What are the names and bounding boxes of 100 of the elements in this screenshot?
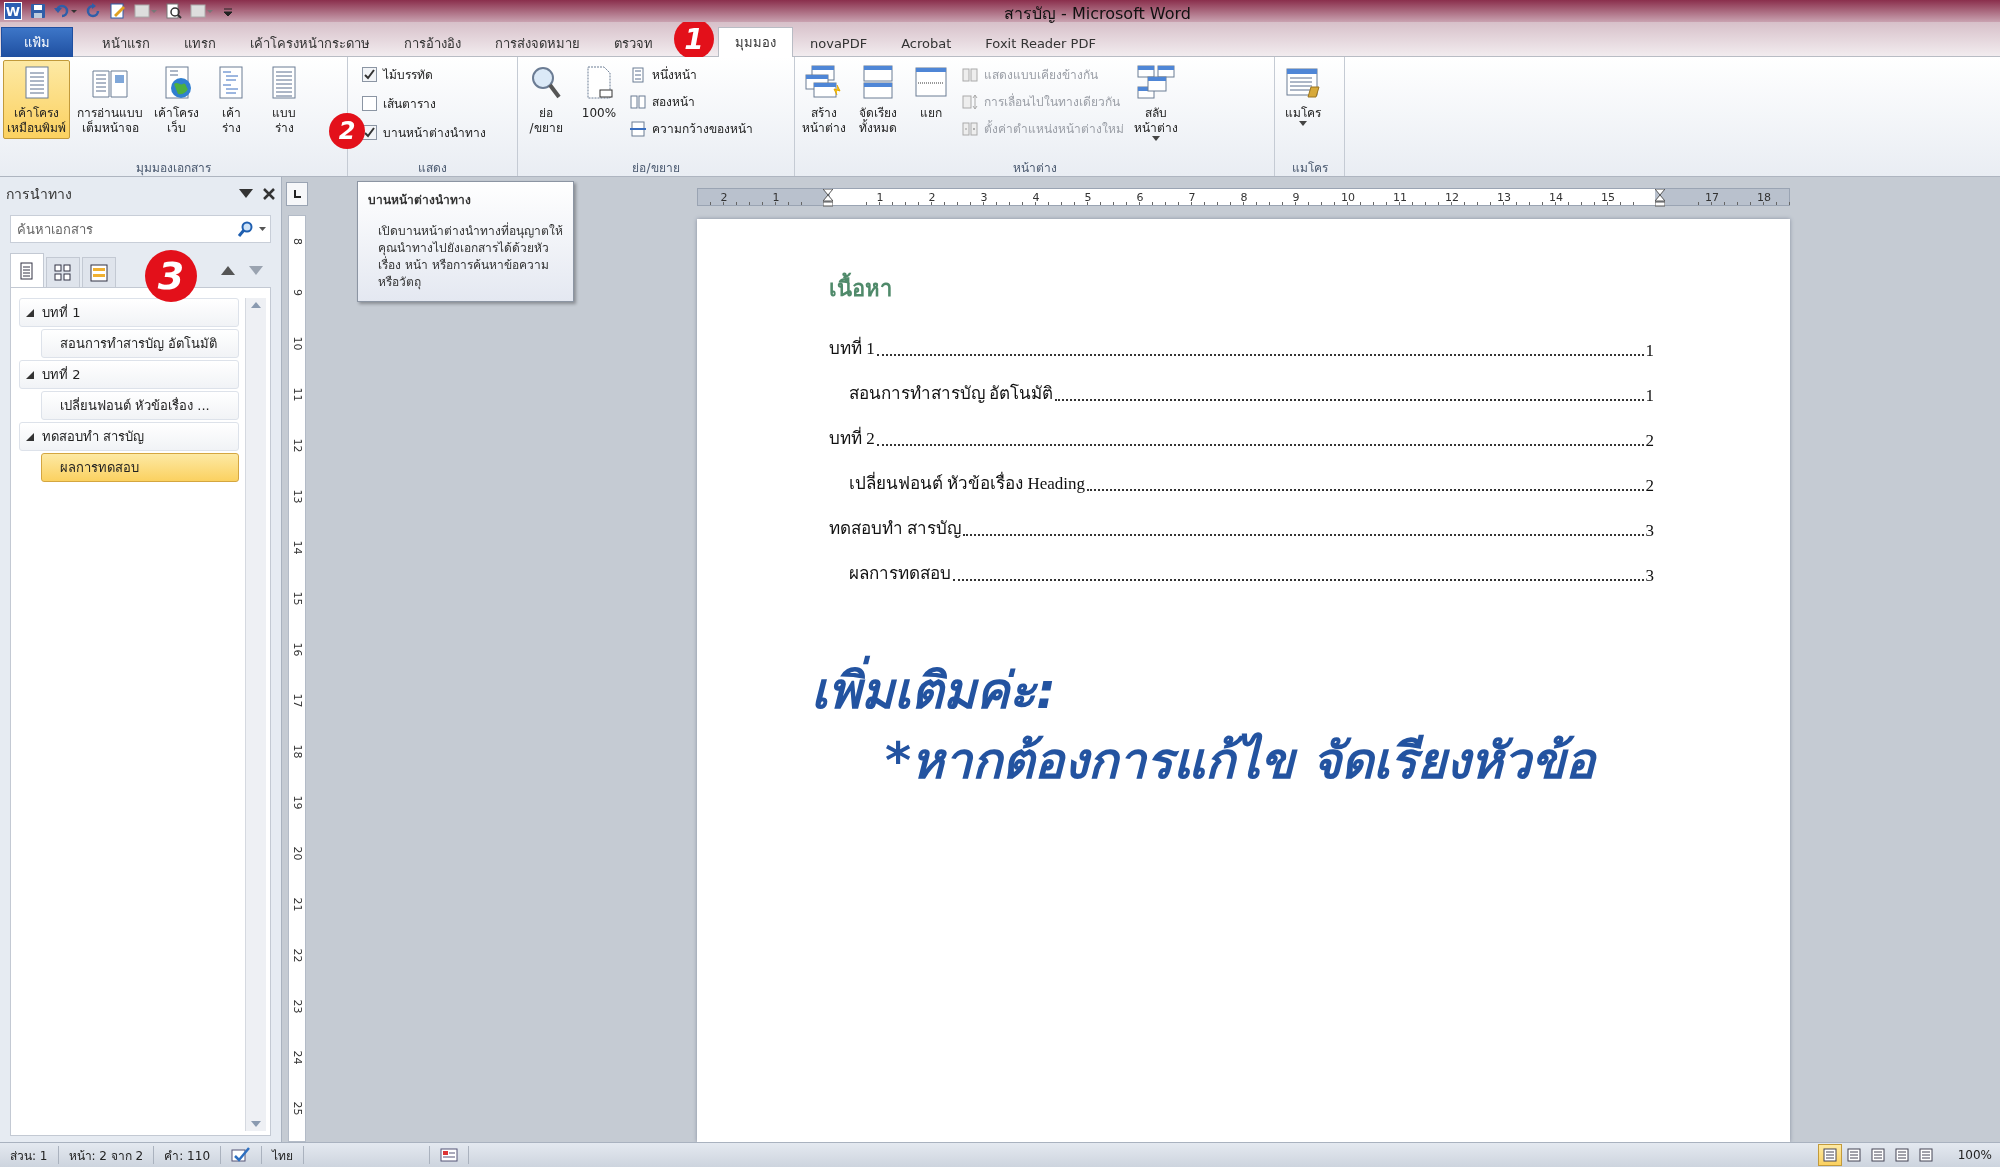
ribbon-button[interactable]: เค้าโครง เว็บ	[150, 60, 203, 139]
page-view-icon	[1846, 1148, 1861, 1162]
ribbon-button[interactable]: สองหน้า	[627, 91, 756, 112]
search-field[interactable]: ค้นหาเอกสาร	[10, 215, 271, 243]
heading-item[interactable]: ทดสอบทำ สารบัญ	[19, 422, 239, 451]
status-text: คำ: 110	[154, 1146, 222, 1164]
group-label: แมโคร	[1290, 160, 1329, 176]
ribbon-tab[interactable]: การอ้างอิง	[387, 29, 478, 57]
dropdown-caret-icon[interactable]	[239, 189, 253, 199]
dropdown-caret-icon	[1299, 121, 1307, 127]
page-number: 2	[1645, 431, 1654, 451]
heading-item[interactable]: บทที่ 1	[19, 298, 239, 327]
close-icon[interactable]	[263, 188, 275, 200]
ribbon-button[interactable]: เค้า ร่าง	[206, 60, 256, 139]
page-number: 3	[1645, 566, 1654, 586]
ruler-number: 18	[290, 744, 304, 759]
edit-document-icon[interactable]	[110, 3, 126, 19]
page-number: 3	[1645, 521, 1654, 541]
ribbon-tab[interactable]: การส่งจดหมาย	[478, 29, 597, 57]
two-pages-icon	[630, 93, 646, 110]
toc-entry[interactable]: สอนการทำสารบัญ อัตโนมัติ	[849, 379, 1054, 406]
ruler-number: 22	[290, 948, 304, 963]
up-arrow-icon[interactable]	[221, 265, 235, 275]
ribbon-button[interactable]: ย่อ /ขยาย	[521, 60, 571, 139]
zoom-level[interactable]: 100%	[1937, 1148, 2000, 1162]
ribbon-button[interactable]: จัดเรียง ทั้งหมด	[853, 60, 903, 139]
group-label: แสดง	[417, 160, 448, 176]
note-text: *หากต้องการแก้ไข จัดเรียงหัวข้อ	[885, 731, 1598, 792]
file-tab[interactable]: แฟ้ม	[1, 27, 73, 57]
undo-icon[interactable]	[54, 3, 78, 19]
ribbon-tab[interactable]: เค้าโครงหน้ากระดาษ	[233, 29, 387, 57]
ribbon-button[interactable]: สลับ หน้าต่าง	[1130, 60, 1182, 148]
ribbon-button[interactable]: แบบ ร่าง	[259, 60, 309, 139]
heading-item[interactable]: ผลการทดสอบ	[41, 453, 239, 482]
ribbon-button[interactable]: ความกว้างของหน้า	[627, 118, 756, 139]
page-view-icon	[1822, 1148, 1837, 1162]
ribbon-tab[interactable]: หน้าแรก	[85, 29, 167, 57]
ruler-number: 24	[290, 1050, 304, 1065]
results-view-icon	[90, 263, 108, 282]
heading-item[interactable]: เปลี่ยนฟอนต์ หัวข้อเรื่อง ...	[41, 391, 239, 420]
tab-selector[interactable]	[286, 182, 308, 206]
ribbon-button[interactable]: แยก	[906, 60, 956, 124]
scroll-down-icon	[251, 1121, 261, 1127]
expanded-triangle-icon	[26, 432, 34, 441]
scrollbar[interactable]	[245, 298, 266, 1131]
ribbon-button[interactable]: เค้าโครง เหมือนพิมพ์	[3, 60, 70, 139]
toc-entry[interactable]: บทที่ 1	[829, 334, 875, 361]
heading-item[interactable]: บทที่ 2	[19, 360, 239, 389]
toc-entry[interactable]: ผลการทดสอบ	[849, 559, 951, 586]
ribbon-button[interactable]: การอ่านแบบ เต็มหน้าจอ	[73, 60, 147, 139]
page-width-icon	[630, 120, 646, 137]
macro-record-icon[interactable]	[440, 1148, 459, 1162]
checkbox-option[interactable]: ไม้บรรทัด	[359, 64, 489, 85]
page-number: 1	[1645, 386, 1654, 406]
ribbon-button[interactable]: สร้าง หน้าต่าง	[798, 60, 850, 139]
heading-item[interactable]: สอนการทำสารบัญ อัตโนมัติ	[41, 329, 239, 358]
toc-entry[interactable]: เปลี่ยนฟอนต์ หัวข้อเรื่อง Heading	[849, 469, 1086, 496]
toc-entry[interactable]: บทที่ 2	[829, 424, 875, 451]
tooltip-text: เปิดบานหน้าต่างนำทางที่อนุญาตให้คุณนำทางไปยังเอกสารได้ด้วยหัวเรื่อง หน้า หรือการค้นหาข้อความหรือวัตถุ	[377, 223, 563, 291]
view-tab[interactable]	[82, 257, 116, 287]
faded-tool-icon[interactable]	[134, 3, 158, 19]
ribbon-tab[interactable]: novaPDF	[793, 29, 885, 57]
group-label: หน้าต่าง	[1011, 160, 1058, 176]
ribbon-tab[interactable]: มุมมอง	[718, 27, 793, 57]
expanded-triangle-icon	[26, 370, 34, 379]
view-tab[interactable]	[46, 257, 80, 287]
ruler-number: 19	[290, 795, 304, 810]
pane-title: การนำทาง	[6, 185, 73, 204]
ribbon-button[interactable]: แมโคร	[1278, 60, 1328, 133]
ribbon-button[interactable]: หนึ่งหน้า	[627, 64, 756, 85]
search-input[interactable]: ค้นหาเอกสาร	[15, 220, 231, 238]
ribbon-tab[interactable]: ตรวจท	[597, 29, 670, 57]
checkbox[interactable]	[362, 67, 377, 82]
ribbon-button[interactable]: 100%	[574, 60, 624, 124]
search-icon	[237, 221, 253, 237]
ruler-number: 9	[290, 289, 304, 296]
tooltip-title: บานหน้าต่างนำทาง	[368, 192, 472, 209]
thumbnails-view-icon	[54, 263, 72, 282]
ruler-number: 8	[290, 238, 304, 245]
redo-icon[interactable]	[86, 3, 102, 19]
indent-marker-icon	[823, 189, 833, 207]
view-button[interactable]	[1817, 1144, 1842, 1166]
proofing-check-icon[interactable]	[231, 1147, 252, 1163]
indent-marker-icon	[1655, 189, 1665, 207]
ribbon-tab[interactable]: แทรก	[167, 29, 233, 57]
status-text: หน้า: 2 จาก 2	[58, 1146, 155, 1164]
page-view-icon	[1870, 1148, 1885, 1162]
faded-tool-icon[interactable]	[190, 3, 214, 19]
toc-entry[interactable]: ทดสอบทำ สารบัญ	[829, 514, 962, 541]
magnifier-icon[interactable]	[166, 3, 182, 19]
view-tab[interactable]	[10, 253, 44, 287]
ruler-number: 10	[290, 336, 304, 351]
dropdown-caret-icon	[1152, 136, 1160, 142]
checkbox-option[interactable]: เส้นตาราง	[359, 93, 489, 114]
scroll-up-icon	[251, 302, 261, 308]
ribbon-tab[interactable]: Acrobat	[884, 29, 969, 57]
checkbox[interactable]	[362, 96, 377, 111]
ribbon-tab[interactable]: Foxit Reader PDF	[968, 29, 1113, 57]
ruler-number: 16	[290, 642, 304, 657]
expanded-triangle-icon	[26, 308, 34, 317]
